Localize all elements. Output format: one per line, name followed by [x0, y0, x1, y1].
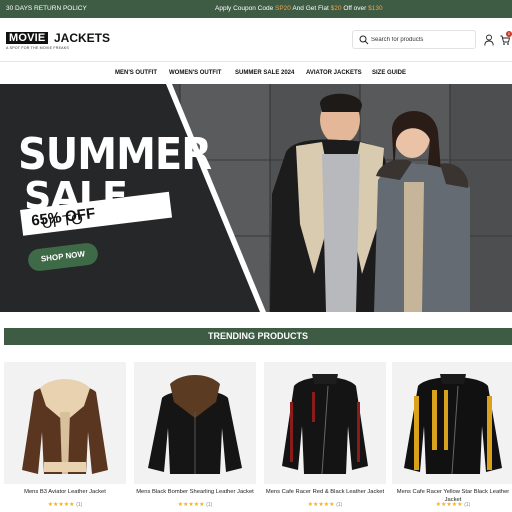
product-rating: ★★★★★ (1)	[264, 501, 386, 508]
product-image	[134, 362, 256, 484]
product-rating: ★★★★★ (1)	[4, 501, 126, 508]
main-nav: MEN'S OUTFIT WOMEN'S OUTFIT SUMMER SALE …	[0, 62, 512, 84]
product-image	[392, 362, 512, 484]
rating-stars-icon: ★★★★★	[307, 502, 335, 508]
nav-womens-outfit[interactable]: WOMEN'S OUTFIT	[169, 70, 221, 76]
product-name[interactable]: Mens Black Bomber Shearling Leather Jack…	[134, 488, 256, 496]
logo-tagline: A SPOT FOR THE MOVIE FREAKS	[6, 46, 69, 50]
review-count: (1)	[76, 502, 83, 508]
coupon-threshold: $130	[368, 5, 383, 12]
coupon-mid: And Get Flat	[290, 5, 331, 12]
announcement-bar: 30 DAYS RETURN POLICY Apply Coupon Code …	[0, 0, 512, 18]
review-count: (1)	[336, 502, 343, 508]
product-name[interactable]: Mens B3 Aviator Leather Jacket	[4, 488, 126, 496]
coupon-code: SP20	[275, 5, 291, 12]
nav-aviator-jackets[interactable]: AVIATOR JACKETS	[306, 70, 362, 76]
coupon-text: Apply Coupon Code SP20 And Get Flat $20 …	[215, 5, 383, 12]
return-policy-text: 30 DAYS RETURN POLICY	[6, 5, 87, 12]
site-header: MOVIE JACKETS A SPOT FOR THE MOVIE FREAK…	[0, 18, 512, 62]
rating-stars-icon: ★★★★★	[47, 502, 75, 508]
search-box[interactable]	[352, 30, 476, 49]
cart-count-badge: 0	[506, 31, 512, 37]
product-card[interactable]: Mens Cafe Racer Yellow Star Black Leathe…	[392, 362, 512, 512]
product-card[interactable]: Mens Cafe Racer Red & Black Leather Jack…	[264, 362, 386, 512]
coupon-suffix: Off over	[341, 5, 369, 12]
review-count: (1)	[206, 502, 213, 508]
product-name[interactable]: Mens Cafe Racer Red & Black Leather Jack…	[264, 488, 386, 496]
search-input[interactable]	[371, 33, 471, 47]
hero-discount-text: UPTO 65% OFF	[30, 205, 96, 233]
coupon-prefix: Apply Coupon Code	[215, 5, 275, 12]
user-account-icon[interactable]	[484, 34, 494, 46]
hero-banner[interactable]: SUMMER SALE UPTO 65% OFF SHOP NOW	[0, 84, 512, 312]
coupon-amount: $20	[330, 5, 342, 12]
search-icon	[359, 35, 369, 45]
nav-size-guide[interactable]: SIZE GUIDE	[372, 70, 406, 76]
hero-upto-label: UPTO	[40, 210, 84, 233]
logo-jackets-word: JACKETS	[54, 31, 111, 45]
product-card[interactable]: Mens Black Bomber Shearling Leather Jack…	[134, 362, 256, 512]
nav-summer-sale[interactable]: SUMMER SALE 2024	[235, 70, 294, 76]
product-image	[4, 362, 126, 484]
review-count: (1)	[464, 502, 471, 508]
hero-summer-text: SUMMER	[18, 129, 212, 181]
product-rating: ★★★★★ (1)	[392, 501, 512, 508]
product-rating: ★★★★★ (1)	[134, 501, 256, 508]
trending-products-header: TRENDING PRODUCTS	[4, 328, 512, 345]
rating-stars-icon: ★★★★★	[435, 502, 463, 508]
rating-stars-icon: ★★★★★	[177, 502, 205, 508]
logo-movie-word: MOVIE	[6, 32, 49, 44]
product-card[interactable]: Mens B3 Aviator Leather Jacket ★★★★★ (1)	[4, 362, 126, 512]
nav-mens-outfit[interactable]: MEN'S OUTFIT	[115, 70, 157, 76]
product-image	[264, 362, 386, 484]
